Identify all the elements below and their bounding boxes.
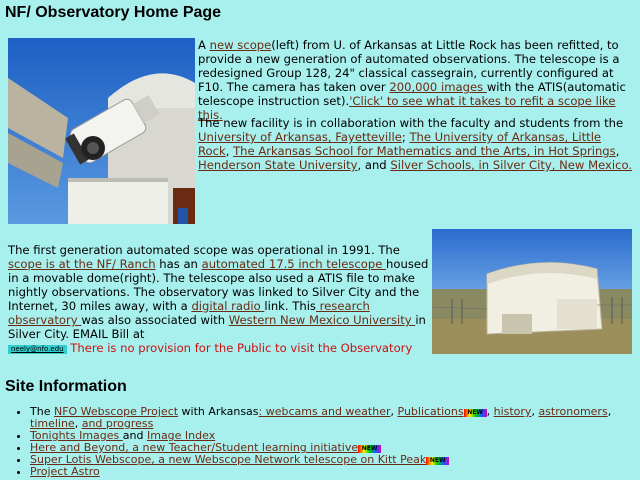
history-text: link. This <box>264 299 316 313</box>
dome-photo[interactable] <box>432 229 632 354</box>
separator: , <box>615 144 620 158</box>
publications-link[interactable]: Publications <box>398 405 464 418</box>
silver-schools-link[interactable]: Silver Schools, in Silver City, New Mexi… <box>390 158 632 172</box>
astronomers-link[interactable]: astronomers <box>538 405 607 418</box>
images-count-link[interactable]: 200,000 images <box>389 80 486 94</box>
new-scope-link[interactable]: new scope <box>210 38 272 52</box>
webcams-weather-link[interactable]: : webcams and weather <box>259 405 391 418</box>
list-item: Super Lotis Webscope, a new Webscope Net… <box>30 454 640 466</box>
intro-text: A <box>198 38 210 52</box>
arkansas-school-link[interactable]: The Arkansas School for Mathematics and … <box>233 144 616 158</box>
history-link[interactable]: history <box>494 405 532 418</box>
list-text: , <box>390 405 398 418</box>
list-text: with Arkansas <box>178 405 259 418</box>
history-paragraph: The first generation automated scope was… <box>8 243 432 355</box>
email-link[interactable]: neely@nfo.edu <box>8 345 67 354</box>
wnmu-link[interactable]: Western New Mexico University <box>229 313 416 327</box>
new-badge-icon: NEW <box>426 457 450 465</box>
digital-radio-link[interactable]: digital radio <box>191 299 264 313</box>
nf-ranch-scope-link[interactable]: scope is at the NF/ Ranch <box>8 257 156 271</box>
list-text: , <box>486 405 494 418</box>
list-text: , <box>607 405 612 418</box>
uofa-fayetteville-link[interactable]: University of Arkansas, Fayetteville <box>198 130 402 144</box>
telescope-photo[interactable] <box>8 38 195 224</box>
new-badge-icon: NEW <box>358 445 382 453</box>
history-text: has an <box>155 257 202 271</box>
list-item: The NFO Webscope Project with Arkansas: … <box>30 406 640 430</box>
automated-telescope-link[interactable]: automated 17.5 inch telescope <box>202 257 386 271</box>
project-astro-link[interactable]: Project Astro <box>30 465 100 478</box>
page-title: NF/ Observatory Home Page <box>5 4 222 21</box>
list-item: Project Astro <box>30 466 640 478</box>
site-info-heading: Site Information <box>5 378 127 395</box>
separator: , <box>225 144 234 158</box>
henderson-state-link[interactable]: Henderson State University <box>198 158 357 172</box>
intro-paragraph: A new scope(left) from U. of Arkansas at… <box>198 38 634 122</box>
collab-text: The new facility is in collaboration wit… <box>198 116 624 130</box>
dome-image <box>432 229 632 354</box>
history-text: The first generation automated scope was… <box>8 243 400 257</box>
no-public-notice: There is no provision for the Public to … <box>70 341 413 355</box>
site-info-list: The NFO Webscope Project with Arkansas: … <box>10 406 640 478</box>
separator: , and <box>357 158 391 172</box>
new-badge-icon: NEW <box>463 409 487 417</box>
history-text: was also associated with <box>81 313 229 327</box>
collaboration-paragraph: The new facility is in collaboration wit… <box>198 116 634 172</box>
telescope-image <box>8 38 195 224</box>
